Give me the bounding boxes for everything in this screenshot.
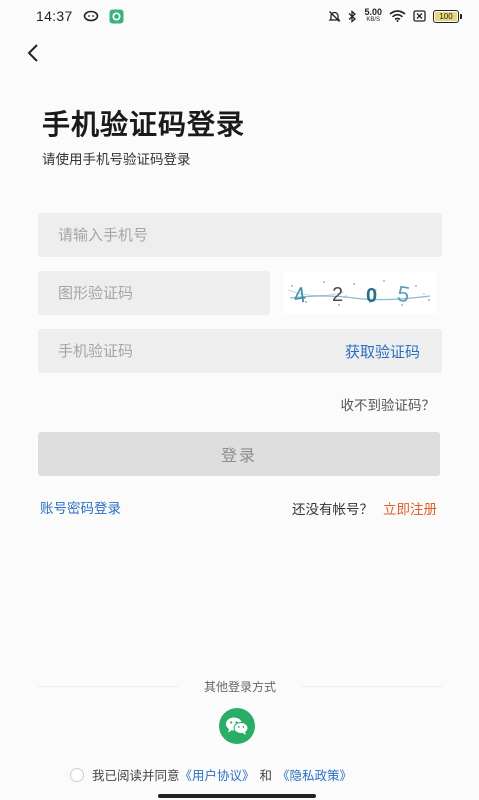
agreement-and: 和 <box>259 768 273 783</box>
net-speed-value: 5.00 <box>364 7 382 17</box>
page-subtitle: 请使用手机号验证码登录 <box>42 152 191 168</box>
wechat-login-button[interactable] <box>219 708 255 744</box>
bell-muted-icon <box>328 10 342 22</box>
login-button[interactable]: 登录 <box>38 432 440 476</box>
phone-field <box>38 213 442 257</box>
sms-code-input[interactable] <box>38 329 298 373</box>
captcha-image[interactable]: 4 2 0 5 <box>284 272 436 314</box>
captcha-char-2: 2 <box>332 284 343 306</box>
user-agreement-link[interactable]: 《用户协议》 <box>180 765 255 784</box>
battery-icon: 100 <box>433 9 462 23</box>
shield-app-icon <box>109 9 124 23</box>
captcha-field <box>38 271 270 315</box>
bluetooth-icon <box>349 9 357 23</box>
get-code-button[interactable]: 获取验证码 <box>345 329 420 373</box>
chat-bubble-icon <box>83 10 98 22</box>
privacy-policy-link[interactable]: 《隐私政策》 <box>277 765 352 784</box>
battery-level: 100 <box>439 11 453 21</box>
captcha-char-3: 0 <box>366 285 377 307</box>
phone-input[interactable] <box>38 213 442 257</box>
captcha-char-1: 4 <box>292 282 308 308</box>
back-button[interactable] <box>20 40 46 66</box>
net-speed-unit: KB/S <box>366 17 381 23</box>
agree-checkbox[interactable] <box>70 767 84 782</box>
no-code-link[interactable]: 收不到验证码？ <box>341 394 436 414</box>
page-title: 手机验证码登录 <box>42 108 246 141</box>
home-indicator[interactable] <box>158 794 316 798</box>
captcha-char-4: 5 <box>395 281 411 308</box>
agreement-prefix: 我已阅读并同意 <box>92 768 180 783</box>
status-time: 14:37 <box>36 8 73 24</box>
register-link[interactable]: 立即注册 <box>383 498 437 518</box>
net-speed: 5.00 KB/S <box>364 8 382 24</box>
other-login-label: 其他登录方式 <box>203 679 276 694</box>
agreement-row: 我已阅读并同意 《用户协议》 和 《隐私政策》 <box>70 765 352 784</box>
wifi-icon <box>389 10 406 22</box>
password-login-link[interactable]: 账号密码登录 <box>40 497 121 517</box>
no-account-text: 还没有帐号？ <box>292 502 373 518</box>
register-row: 还没有帐号？ 立即注册 <box>292 498 437 518</box>
wechat-icon <box>226 717 249 735</box>
status-bar: 14:37 5.00 KB/S 100 <box>0 0 479 32</box>
back-arrow-icon <box>27 44 38 62</box>
other-login-divider: 其他登录方式 <box>38 676 442 696</box>
sms-code-field: 获取验证码 <box>38 329 442 373</box>
no-sim-icon <box>413 10 426 22</box>
captcha-input[interactable] <box>38 271 270 315</box>
